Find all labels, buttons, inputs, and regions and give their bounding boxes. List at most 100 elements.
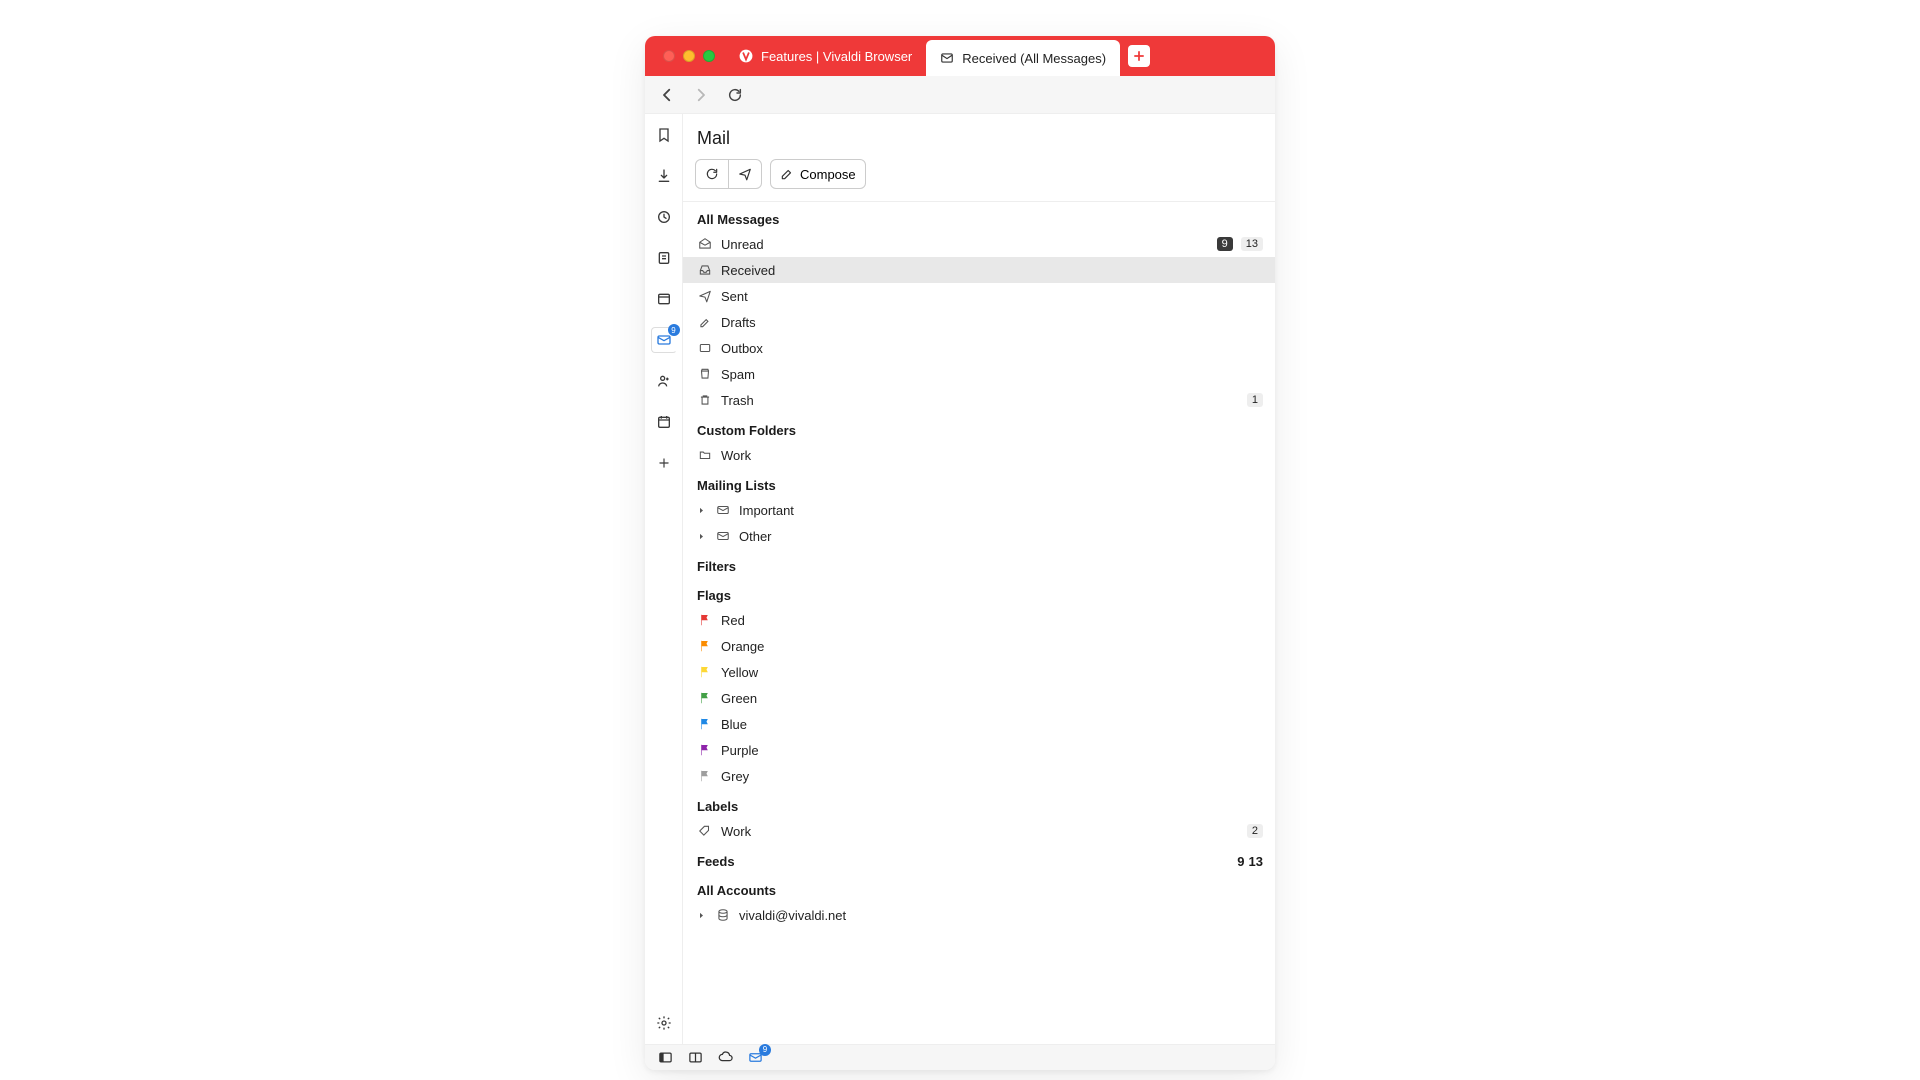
content-area: 9 Mail <box>645 114 1275 1044</box>
flag-yellow[interactable]: Yellow <box>683 659 1275 685</box>
tiling-button[interactable] <box>685 1048 705 1068</box>
folder-sent[interactable]: Sent <box>683 283 1275 309</box>
browser-window: Features | Vivaldi Browser Received (All… <box>645 36 1275 1070</box>
custom-folder-work[interactable]: Work <box>683 442 1275 468</box>
flag-icon <box>697 716 713 732</box>
folder-label: Drafts <box>721 315 1263 330</box>
notes-panel-button[interactable] <box>651 245 677 271</box>
flag-red[interactable]: Red <box>683 607 1275 633</box>
label-label: Work <box>721 824 1239 839</box>
contacts-panel-button[interactable] <box>651 368 677 394</box>
drafts-icon <box>697 314 713 330</box>
compose-label: Compose <box>800 167 856 182</box>
history-panel-button[interactable] <box>651 204 677 230</box>
flag-label: Red <box>721 613 1263 628</box>
folder-outbox[interactable]: Outbox <box>683 335 1275 361</box>
panel-toggle-button[interactable] <box>655 1048 675 1068</box>
expand-icon[interactable] <box>697 506 707 515</box>
flag-icon <box>697 742 713 758</box>
flag-grey[interactable]: Grey <box>683 763 1275 789</box>
window-fullscreen-button[interactable] <box>703 50 715 62</box>
refresh-mail-button[interactable] <box>696 160 728 188</box>
flag-label: Yellow <box>721 665 1263 680</box>
new-tab-button[interactable] <box>1128 45 1150 67</box>
back-button[interactable] <box>655 83 679 107</box>
list-label: Important <box>739 503 1263 518</box>
flag-icon <box>697 690 713 706</box>
section-flags: Flags <box>683 578 1275 607</box>
expand-icon[interactable] <box>697 532 707 541</box>
folder-drafts[interactable]: Drafts <box>683 309 1275 335</box>
flag-orange[interactable]: Orange <box>683 633 1275 659</box>
calendar-panel-button[interactable] <box>651 409 677 435</box>
unread-total-badge: 13 <box>1241 237 1263 251</box>
inbox-icon <box>697 262 713 278</box>
add-panel-button[interactable] <box>651 450 677 476</box>
bookmarks-panel-button[interactable] <box>651 122 677 148</box>
settings-panel-button[interactable] <box>651 1010 677 1036</box>
mail-status-button[interactable]: 9 <box>745 1048 765 1068</box>
folder-label: Unread <box>721 237 1209 252</box>
feeds-total-badge: 13 <box>1249 854 1263 869</box>
section-feeds[interactable]: Feeds 9 13 <box>683 844 1275 873</box>
trash-count-badge: 1 <box>1247 393 1263 407</box>
label-work[interactable]: Work 2 <box>683 818 1275 844</box>
list-label: Other <box>739 529 1263 544</box>
tab-received[interactable]: Received (All Messages) <box>926 40 1120 76</box>
folder-label: Outbox <box>721 341 1263 356</box>
downloads-panel-button[interactable] <box>651 163 677 189</box>
folder-spam[interactable]: Spam <box>683 361 1275 387</box>
flag-purple[interactable]: Purple <box>683 737 1275 763</box>
folder-label: Spam <box>721 367 1263 382</box>
forward-button[interactable] <box>689 83 713 107</box>
outbox-icon <box>697 340 713 356</box>
mail-panel-button[interactable]: 9 <box>651 327 677 353</box>
mailing-list-other[interactable]: Other <box>683 523 1275 549</box>
folder-trash[interactable]: Trash 1 <box>683 387 1275 413</box>
expand-icon[interactable] <box>697 911 707 920</box>
flag-icon <box>697 664 713 680</box>
section-all-accounts: All Accounts <box>683 873 1275 902</box>
flag-blue[interactable]: Blue <box>683 711 1275 737</box>
folder-label: Received <box>721 263 1263 278</box>
flag-green[interactable]: Green <box>683 685 1275 711</box>
list-icon <box>715 528 731 544</box>
compose-button[interactable]: Compose <box>771 160 865 188</box>
flag-label: Grey <box>721 769 1263 784</box>
window-close-button[interactable] <box>663 50 675 62</box>
mail-open-icon <box>697 236 713 252</box>
mail-panel: Mail Compose <box>683 114 1275 1044</box>
window-controls <box>653 50 725 62</box>
mailing-list-important[interactable]: Important <box>683 497 1275 523</box>
panel-title: Mail <box>683 114 1275 155</box>
nav-toolbar <box>645 76 1275 114</box>
trash-icon <box>697 392 713 408</box>
unread-badge: 9 <box>1217 237 1233 251</box>
status-bar: 9 <box>645 1044 1275 1070</box>
mail-unread-badge: 9 <box>668 324 680 336</box>
tab-label: Received (All Messages) <box>962 51 1106 66</box>
send-receive-button[interactable] <box>728 160 761 188</box>
flag-icon <box>697 612 713 628</box>
sync-button[interactable] <box>715 1048 735 1068</box>
section-all-messages: All Messages <box>683 202 1275 231</box>
folder-label: Trash <box>721 393 1239 408</box>
section-filters: Filters <box>683 549 1275 578</box>
tab-label: Features | Vivaldi Browser <box>761 49 912 64</box>
flag-icon <box>697 768 713 784</box>
window-minimize-button[interactable] <box>683 50 695 62</box>
window-panel-button[interactable] <box>651 286 677 312</box>
tab-features[interactable]: Features | Vivaldi Browser <box>725 36 926 76</box>
account-row[interactable]: vivaldi@vivaldi.net <box>683 902 1275 928</box>
tab-bar: Features | Vivaldi Browser Received (All… <box>645 36 1275 76</box>
feeds-unread-badge: 9 <box>1237 854 1244 869</box>
section-labels: Labels <box>683 789 1275 818</box>
flag-icon <box>697 638 713 654</box>
folder-unread[interactable]: Unread 9 13 <box>683 231 1275 257</box>
panel-strip: 9 <box>645 114 683 1044</box>
reload-button[interactable] <box>723 83 747 107</box>
folder-received[interactable]: Received <box>683 257 1275 283</box>
folder-icon <box>697 447 713 463</box>
section-custom-folders: Custom Folders <box>683 413 1275 442</box>
tag-icon <box>697 823 713 839</box>
